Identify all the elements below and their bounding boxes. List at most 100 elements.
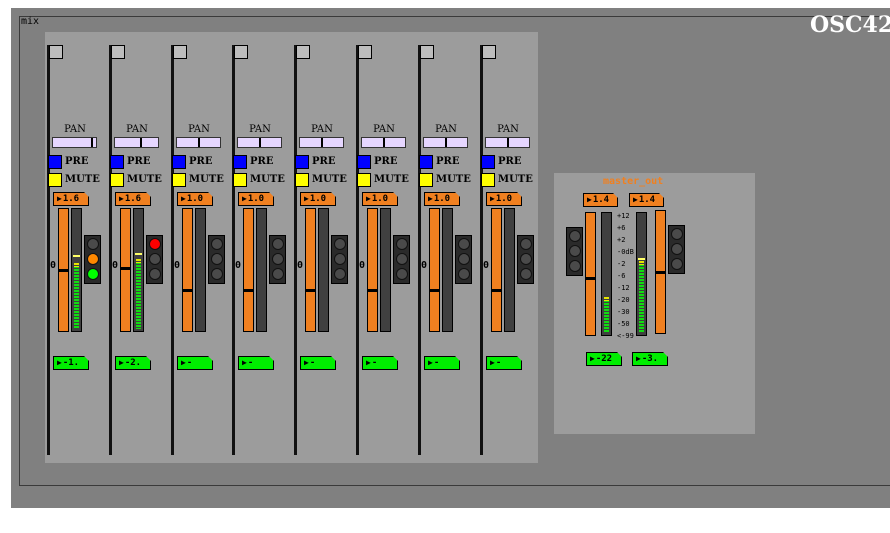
pan-slider[interactable] — [485, 137, 530, 148]
gain-number-box[interactable]: ▶1.0 — [300, 192, 336, 206]
output-number-box[interactable]: ▶-2. — [115, 356, 151, 370]
fader-knob[interactable] — [182, 289, 193, 292]
output-number-box[interactable]: ▶-1. — [53, 356, 89, 370]
channel-toggle[interactable] — [296, 45, 310, 59]
output-number-box-value: - — [433, 358, 440, 368]
channel-toggle[interactable] — [111, 45, 125, 59]
fader-knob[interactable] — [58, 269, 69, 272]
pan-slider[interactable] — [299, 137, 344, 148]
fader-knob[interactable] — [429, 289, 440, 292]
pan-knob[interactable] — [445, 138, 447, 147]
fader-knob[interactable] — [120, 267, 131, 270]
volume-fader[interactable] — [305, 208, 316, 332]
output-number-box[interactable]: ▶- — [486, 356, 522, 370]
pre-toggle[interactable] — [172, 155, 186, 169]
pre-toggle[interactable] — [233, 155, 247, 169]
volume-fader[interactable] — [491, 208, 502, 332]
gain-number-box[interactable]: ▶1.6 — [115, 192, 151, 206]
clip-light-off — [458, 253, 470, 265]
output-number-box[interactable]: ▶- — [177, 356, 213, 370]
volume-fader[interactable] — [120, 208, 131, 332]
volume-fader[interactable] — [367, 208, 378, 332]
pre-toggle[interactable] — [419, 155, 433, 169]
pre-label: PRE — [374, 156, 398, 167]
pre-toggle[interactable] — [295, 155, 309, 169]
gain-number-box[interactable]: ▶1.0 — [362, 192, 398, 206]
output-number-box[interactable]: ▶- — [362, 356, 398, 370]
pan-knob[interactable] — [140, 138, 142, 147]
volume-fader[interactable] — [429, 208, 440, 332]
level-meter — [195, 208, 206, 332]
gain-number-box[interactable]: ▶1.6 — [53, 192, 89, 206]
gain-number-box[interactable]: ▶1.0 — [238, 192, 274, 206]
mute-toggle[interactable] — [172, 173, 186, 187]
mute-label: MUTE — [250, 174, 285, 185]
pan-label: PAN — [497, 124, 519, 135]
pre-toggle[interactable] — [110, 155, 124, 169]
mute-toggle[interactable] — [481, 173, 495, 187]
channel-toggle[interactable] — [420, 45, 434, 59]
number-box-triangle-icon: ▶ — [304, 194, 309, 203]
output-number-box[interactable]: ▶- — [238, 356, 274, 370]
clip-light-off — [334, 253, 346, 265]
pan-knob[interactable] — [91, 138, 93, 147]
pan-knob[interactable] — [259, 138, 261, 147]
master-right-fader[interactable] — [655, 210, 666, 334]
clip-light-off — [211, 238, 223, 250]
output-number-box[interactable]: ▶- — [300, 356, 336, 370]
channel-toggle[interactable] — [482, 45, 496, 59]
channel-toggle[interactable] — [49, 45, 63, 59]
pan-slider[interactable] — [423, 137, 468, 148]
pan-slider[interactable] — [52, 137, 97, 148]
channel-toggle[interactable] — [173, 45, 187, 59]
mute-toggle[interactable] — [233, 173, 247, 187]
zero-db-mark: 0 — [235, 260, 242, 271]
zero-db-mark: 0 — [483, 260, 490, 271]
patch-name-label: mix — [21, 16, 40, 27]
gain-number-box[interactable]: ▶1.0 — [486, 192, 522, 206]
clip-light-off — [396, 238, 408, 250]
level-meter — [71, 208, 82, 332]
master-left-fader[interactable] — [585, 212, 596, 336]
mute-toggle[interactable] — [357, 173, 371, 187]
pre-toggle[interactable] — [48, 155, 62, 169]
master-left-output-number-box[interactable]: ▶-22 — [586, 352, 622, 366]
channel-divider — [480, 45, 483, 455]
fader-knob[interactable] — [585, 277, 596, 280]
pre-toggle[interactable] — [481, 155, 495, 169]
channel-toggle[interactable] — [234, 45, 248, 59]
pan-label: PAN — [373, 124, 395, 135]
master-left-gain-number-box[interactable]: ▶1.4 — [583, 193, 618, 207]
pan-knob[interactable] — [507, 138, 509, 147]
fader-knob[interactable] — [305, 289, 316, 292]
master-right-clip-indicator — [668, 225, 685, 274]
volume-fader[interactable] — [182, 208, 193, 332]
pan-knob[interactable] — [321, 138, 323, 147]
mute-toggle[interactable] — [295, 173, 309, 187]
gain-number-box[interactable]: ▶1.0 — [177, 192, 213, 206]
pan-knob[interactable] — [383, 138, 385, 147]
fader-knob[interactable] — [491, 289, 502, 292]
fader-knob[interactable] — [243, 289, 254, 292]
master-right-gain-number-box[interactable]: ▶1.4 — [629, 193, 664, 207]
fader-knob[interactable] — [655, 271, 666, 274]
channel-toggle[interactable] — [358, 45, 372, 59]
volume-fader[interactable] — [58, 208, 69, 332]
gain-number-box[interactable]: ▶1.0 — [424, 192, 460, 206]
master-right-output-number-box[interactable]: ▶-3. — [632, 352, 668, 366]
pan-knob[interactable] — [198, 138, 200, 147]
output-number-box[interactable]: ▶- — [424, 356, 460, 370]
pan-slider[interactable] — [237, 137, 282, 148]
volume-fader[interactable] — [243, 208, 254, 332]
mute-label: MUTE — [189, 174, 224, 185]
fader-knob[interactable] — [367, 289, 378, 292]
mute-toggle[interactable] — [419, 173, 433, 187]
gain-number-box-value: 1.6 — [62, 194, 80, 204]
pan-slider[interactable] — [114, 137, 159, 148]
pan-label: PAN — [249, 124, 271, 135]
pan-slider[interactable] — [361, 137, 406, 148]
mute-toggle[interactable] — [110, 173, 124, 187]
mute-toggle[interactable] — [48, 173, 62, 187]
pan-slider[interactable] — [176, 137, 221, 148]
pre-toggle[interactable] — [357, 155, 371, 169]
